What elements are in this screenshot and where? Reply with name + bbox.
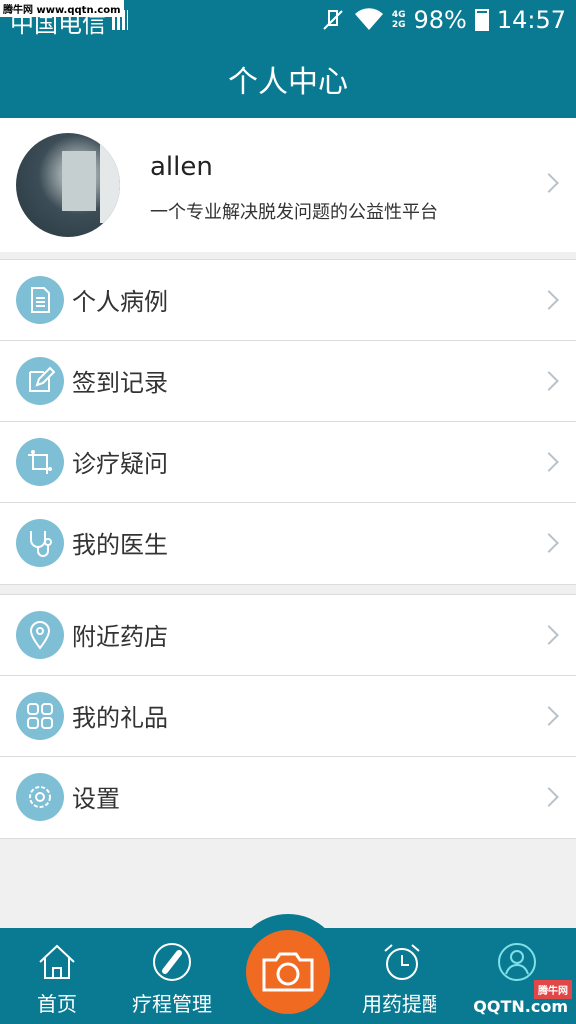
watermark-brand-text: QQTN.com bbox=[473, 996, 568, 1016]
clock: 14:57 bbox=[496, 6, 566, 34]
menu-item-my-gifts[interactable]: 我的礼品 bbox=[0, 676, 576, 757]
chevron-right-icon bbox=[539, 371, 559, 391]
menu-item-label: 个人病例 bbox=[72, 288, 168, 316]
gear-icon bbox=[16, 773, 64, 821]
watermark-top: 腾牛网 www.qqtn.com bbox=[0, 0, 124, 17]
pill-icon bbox=[153, 943, 191, 981]
avatar[interactable] bbox=[16, 133, 120, 237]
menu-item-settings[interactable]: 设置 bbox=[0, 757, 576, 838]
menu-item-label: 附近药店 bbox=[72, 623, 168, 651]
menu-item-label: 签到记录 bbox=[72, 369, 168, 397]
tab-label: 首页 bbox=[37, 992, 77, 1016]
page-title: 个人中心 bbox=[0, 40, 576, 118]
chevron-right-icon bbox=[539, 290, 559, 310]
network-4g: 4G bbox=[391, 10, 406, 20]
menu-item-checkin-record[interactable]: 签到记录 bbox=[0, 341, 576, 422]
tab-label: 疗程管理 bbox=[132, 992, 212, 1016]
battery-icon bbox=[474, 9, 489, 31]
tab-home[interactable]: 首页 bbox=[2, 928, 112, 1024]
camera-button[interactable] bbox=[246, 930, 330, 1014]
menu-group-2: 附近药店 我的礼品 设置 bbox=[0, 594, 576, 839]
location-icon bbox=[16, 611, 64, 659]
network-type: 4G 2G bbox=[392, 10, 406, 30]
menu-item-nearby-pharmacy[interactable]: 附近药店 bbox=[0, 595, 576, 676]
menu-item-label: 我的礼品 bbox=[72, 704, 168, 732]
profile-description: 一个专业解决脱发问题的公益性平台 bbox=[150, 202, 438, 223]
menu-item-my-doctor[interactable]: 我的医生 bbox=[0, 503, 576, 584]
edit-icon bbox=[16, 357, 64, 405]
battery-percent: 98% bbox=[413, 6, 467, 34]
profile-card[interactable]: allen 一个专业解决脱发问题的公益性平台 bbox=[0, 118, 576, 252]
document-icon bbox=[16, 276, 64, 324]
menu-item-medical-record[interactable]: 个人病例 bbox=[0, 260, 576, 341]
menu-item-label: 设置 bbox=[72, 785, 120, 813]
user-icon bbox=[498, 943, 536, 981]
menu-item-label: 诊疗疑问 bbox=[72, 450, 168, 478]
tab-course-management[interactable]: 疗程管理 bbox=[117, 928, 227, 1024]
chevron-right-icon bbox=[539, 706, 559, 726]
menu-item-diagnosis-question[interactable]: 诊疗疑问 bbox=[0, 422, 576, 503]
chevron-right-icon bbox=[539, 533, 559, 553]
profile-name: allen bbox=[150, 152, 213, 182]
crop-icon bbox=[16, 438, 64, 486]
watermark-brand: QQTN.com 腾牛网 bbox=[436, 980, 576, 1024]
mute-icon bbox=[323, 10, 343, 30]
menu-item-label: 我的医生 bbox=[72, 531, 168, 559]
menu-group-1: 个人病例 签到记录 诊疗疑问 我的医生 bbox=[0, 259, 576, 585]
wifi-icon bbox=[354, 8, 383, 30]
home-icon bbox=[39, 944, 75, 979]
alarm-clock-icon bbox=[384, 944, 420, 980]
chevron-right-icon bbox=[539, 173, 559, 193]
stethoscope-icon bbox=[16, 519, 64, 567]
chevron-right-icon bbox=[539, 452, 559, 472]
grid-icon bbox=[16, 692, 64, 740]
network-2g: 2G bbox=[391, 20, 406, 30]
chevron-right-icon bbox=[539, 787, 559, 807]
watermark-brand-badge: 腾牛网 bbox=[534, 980, 572, 999]
chevron-right-icon bbox=[539, 625, 559, 645]
camera-icon bbox=[262, 952, 314, 992]
tab-label: 用药提醒 bbox=[362, 992, 442, 1016]
